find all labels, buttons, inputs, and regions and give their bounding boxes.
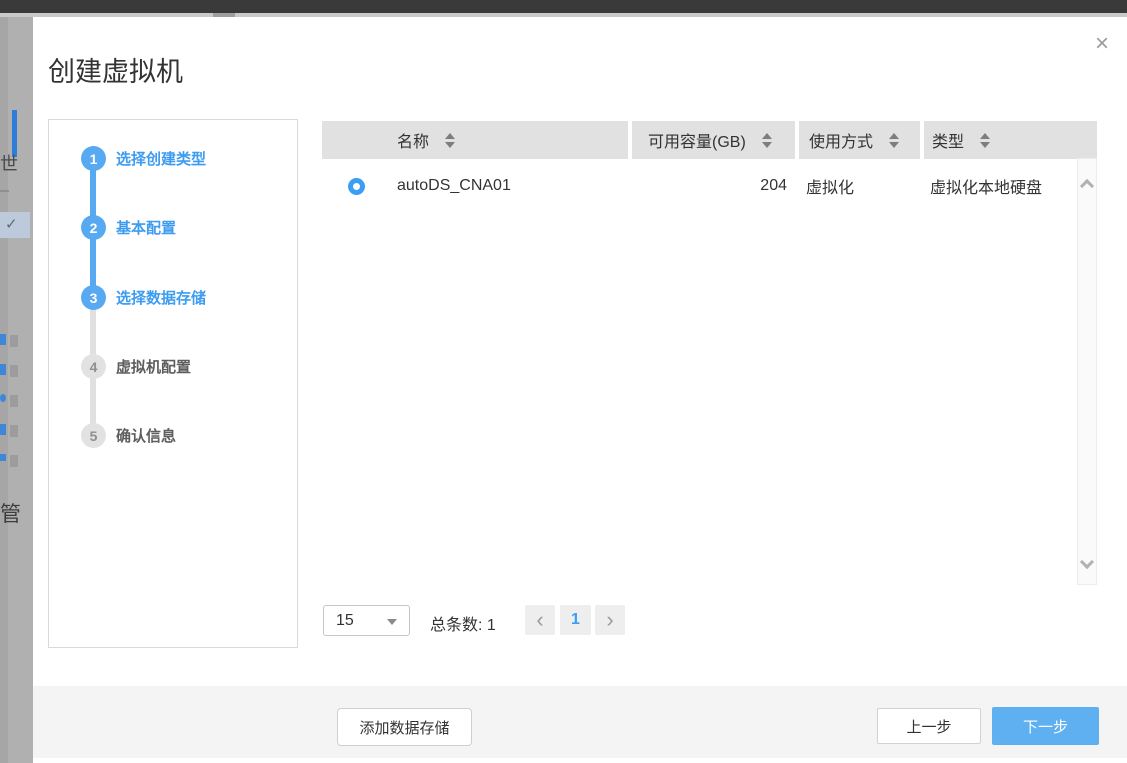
prev-page-button[interactable]: ‹ — [525, 605, 555, 635]
next-page-button[interactable]: › — [595, 605, 625, 635]
add-datastore-button[interactable]: 添加数据存储 — [337, 708, 472, 746]
background-text-fragment: 管 — [0, 503, 21, 526]
background-text-smudge — [10, 455, 18, 467]
table-header: 名称 可用容量(GB) 使用方式 类型 — [322, 121, 1097, 159]
step-label: 基本配置 — [116, 220, 177, 237]
step-confirm-info: 5 确认信息 — [81, 423, 176, 448]
step-number-badge: 3 — [81, 285, 106, 310]
column-label: 可用容量(GB) — [648, 134, 746, 151]
datastore-name: autoDS_CNA01 — [397, 177, 511, 194]
background-text-smudge — [10, 365, 18, 377]
background-text-smudge — [10, 395, 18, 407]
step-number-badge: 2 — [81, 215, 106, 240]
step-number-badge: 5 — [81, 423, 106, 448]
step-select-datastore[interactable]: 3 选择数据存储 — [81, 285, 206, 310]
step-label: 选择创建类型 — [116, 151, 207, 168]
step-label: 虚拟机配置 — [116, 359, 192, 376]
sort-icon[interactable] — [445, 132, 456, 148]
step-label: 确认信息 — [116, 428, 177, 445]
step-select-create-type[interactable]: 1 选择创建类型 — [81, 146, 206, 171]
background-text-smudge — [10, 335, 18, 347]
column-label: 名称 — [397, 134, 430, 151]
cell-type: 虚拟化本地硬盘 — [930, 180, 1043, 197]
chevron-down-icon — [387, 619, 397, 625]
background-menu-icon — [0, 394, 6, 402]
step-vm-config: 4 虚拟机配置 — [81, 354, 191, 379]
column-label: 使用方式 — [809, 134, 874, 151]
cell-usage: 虚拟化 — [806, 180, 855, 197]
background-selected-row: ✓ — [0, 212, 30, 238]
radio-center — [353, 182, 360, 190]
background-text-smudge — [10, 425, 18, 437]
table-row[interactable]: autoDS_CNA01 204 虚拟化 虚拟化本地硬盘 — [322, 162, 1097, 210]
background-menu-icon — [0, 364, 6, 375]
step-basic-config[interactable]: 2 基本配置 — [81, 215, 176, 240]
sort-icon[interactable] — [761, 132, 772, 148]
cell-capacity: 204 — [760, 177, 787, 194]
page-size-value: 15 — [336, 611, 354, 629]
column-label: 类型 — [932, 134, 965, 151]
vertical-scrollbar[interactable] — [1077, 158, 1097, 585]
dimmed-background: 世 ✓ 管 — [0, 17, 33, 763]
background-menu-icon — [0, 454, 6, 461]
dialog-footer: 添加数据存储 上一步 下一步 — [33, 686, 1127, 758]
dialog-title: 创建虚拟机 — [48, 57, 183, 87]
scroll-down-icon[interactable] — [1079, 554, 1095, 570]
next-step-button[interactable]: 下一步 — [992, 707, 1099, 745]
current-page-number[interactable]: 1 — [560, 605, 591, 635]
sort-icon[interactable] — [980, 132, 991, 148]
background-text-fragment: 世 — [0, 154, 18, 174]
total-count-label: 总条数: 1 — [430, 617, 496, 634]
close-icon[interactable]: × — [1091, 32, 1113, 56]
step-number-badge: 1 — [81, 146, 106, 171]
background-sidebar-edge — [0, 17, 8, 763]
background-menu-icon — [0, 334, 6, 345]
column-header-type: 类型 — [924, 121, 1097, 159]
column-header-capacity: 可用容量(GB) — [632, 121, 795, 159]
page-size-select[interactable]: 15 — [323, 605, 410, 636]
wizard-stepper: 1 选择创建类型 2 基本配置 3 选择数据存储 4 虚拟机配置 5 确认信息 — [48, 119, 298, 648]
step-label: 选择数据存储 — [116, 290, 207, 307]
sort-icon[interactable] — [889, 132, 900, 148]
step-number-badge: 4 — [81, 354, 106, 379]
column-header-usage: 使用方式 — [799, 121, 920, 159]
previous-step-button[interactable]: 上一步 — [877, 708, 981, 744]
column-header-name: 名称 — [322, 121, 628, 159]
background-menu-icon — [0, 424, 6, 435]
screen: 世 ✓ 管 × 创建虚拟机 1 选择创建类型 2 基本配置 3 选择数据存储 4… — [0, 0, 1127, 763]
cell-name: autoDS_CNA01 — [322, 177, 628, 195]
radio-selected[interactable] — [348, 177, 365, 195]
background-dash-fragment — [0, 190, 9, 192]
create-vm-dialog: × 创建虚拟机 1 选择创建类型 2 基本配置 3 选择数据存储 4 虚拟机配置 — [33, 17, 1127, 763]
browser-topbar — [0, 0, 1127, 13]
scroll-up-icon[interactable] — [1079, 178, 1095, 194]
